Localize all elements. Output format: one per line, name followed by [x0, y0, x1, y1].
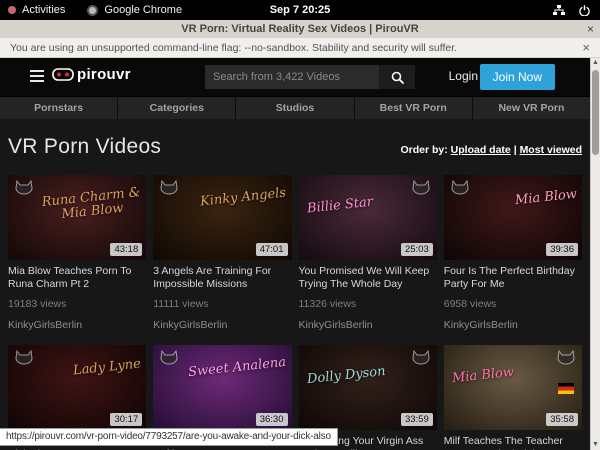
- nav-item-studios[interactable]: Studios: [235, 97, 353, 119]
- thumbnail-overlay-title: Mia Blow: [514, 188, 577, 208]
- video-card[interactable]: Kinky Angels 47:01 3 Angels Are Training…: [153, 175, 291, 331]
- studio-cat-logo-icon: [411, 180, 431, 195]
- site-logo-text: pirouvr: [77, 66, 131, 83]
- video-thumbnail[interactable]: Billie Star 25:03: [299, 175, 437, 260]
- video-grid: Runa Charm & Mia Blow 43:18 Mia Blow Tea…: [8, 175, 582, 450]
- video-card[interactable]: Mia Blow 39:36 Four Is The Perfect Birth…: [444, 175, 582, 331]
- studio-cat-logo-icon: [450, 180, 470, 195]
- video-duration-badge: 30:17: [110, 413, 142, 426]
- power-icon[interactable]: [579, 5, 590, 16]
- video-duration-badge: 36:30: [256, 413, 288, 426]
- video-thumbnail[interactable]: Dolly Dyson 33:59: [299, 345, 437, 430]
- browser-tab-bar[interactable]: VR Porn: Virtual Reality Sex Videos | Pi…: [0, 20, 600, 39]
- video-duration-badge: 35:58: [546, 413, 578, 426]
- vr-goggles-icon: [52, 68, 74, 81]
- menu-hamburger-icon[interactable]: [30, 70, 44, 82]
- video-views: 19183 views: [8, 298, 146, 310]
- studio-cat-logo-icon: [411, 350, 431, 365]
- scroll-up-icon[interactable]: ▲: [591, 58, 600, 68]
- network-icon[interactable]: [553, 5, 565, 16]
- studio-cat-logo-icon: [14, 350, 34, 365]
- chrome-app-icon: [87, 5, 98, 16]
- tab-title: VR Porn: Virtual Reality Sex Videos | Pi…: [181, 23, 418, 35]
- focused-app-menu[interactable]: Google Chrome: [104, 4, 182, 16]
- nav-item-categories[interactable]: Categories: [117, 97, 235, 119]
- video-views: 11111 views: [153, 298, 291, 310]
- vertical-scrollbar[interactable]: ▲ ▼: [590, 58, 600, 450]
- order-by-label: Order by:: [400, 144, 447, 156]
- thumbnail-overlay-title: Runa Charm & Mia Blow: [41, 186, 143, 224]
- search-input[interactable]: [205, 65, 379, 89]
- video-card[interactable]: Mia Blow 35:58 Milf Teaches The Teacher …: [444, 345, 582, 450]
- video-duration-badge: 43:18: [110, 243, 142, 256]
- activities-button[interactable]: Activities: [22, 4, 65, 16]
- order-by: Order by: Upload date | Most viewed: [400, 144, 582, 159]
- scroll-down-icon[interactable]: ▼: [591, 440, 600, 450]
- site-logo[interactable]: pirouvr: [52, 66, 131, 83]
- video-channel-link[interactable]: KinkyGirlsBerlin: [444, 319, 582, 331]
- infobar-close-icon[interactable]: ×: [582, 41, 590, 54]
- search-bar: [205, 65, 415, 89]
- search-button[interactable]: [379, 65, 415, 89]
- nav-item-new-vr-porn[interactable]: New VR Porn: [472, 97, 590, 119]
- video-title-link[interactable]: Four Is The Perfect Birthday Party For M…: [444, 265, 582, 291]
- order-upload-date-link[interactable]: Upload date: [451, 144, 511, 156]
- search-icon: [391, 71, 404, 84]
- video-channel-link[interactable]: KinkyGirlsBerlin: [8, 319, 146, 331]
- page-title: VR Porn Videos: [8, 135, 161, 159]
- video-thumbnail[interactable]: Mia Blow 35:58: [444, 345, 582, 430]
- thumbnail-overlay-title: Mia Blow: [451, 366, 514, 386]
- login-link[interactable]: Login: [449, 69, 478, 83]
- status-url-tooltip: https://pirouvr.com/vr-porn-video/779325…: [0, 428, 338, 446]
- video-duration-badge: 39:36: [546, 243, 578, 256]
- video-channel-link[interactable]: KinkyGirlsBerlin: [299, 319, 437, 331]
- system-top-bar: Activities Google Chrome Sep 7 20:25: [0, 0, 600, 20]
- join-now-button[interactable]: Join Now: [480, 64, 555, 90]
- video-title-link[interactable]: Milf Teaches The Teacher Some Practical …: [444, 435, 582, 450]
- site-header: pirouvr Login Join Now: [0, 58, 590, 96]
- notification-dot-icon: [8, 6, 16, 14]
- video-duration-badge: 47:01: [256, 243, 288, 256]
- main-content: VR Porn Videos Order by: Upload date | M…: [0, 135, 590, 450]
- infobar-message: You are using an unsupported command-lin…: [10, 42, 457, 54]
- thumbnail-overlay-title: Sweet Analena: [188, 356, 287, 380]
- video-card[interactable]: Runa Charm & Mia Blow 43:18 Mia Blow Tea…: [8, 175, 146, 331]
- video-views: 11326 views: [299, 298, 437, 310]
- nav-item-best-vr-porn[interactable]: Best VR Porn: [354, 97, 472, 119]
- scrollbar-thumb[interactable]: [592, 70, 599, 155]
- page-viewport: pirouvr Login Join Now PornstarsCategori…: [0, 58, 590, 450]
- tab-close-icon[interactable]: ×: [587, 23, 594, 35]
- video-duration-badge: 33:59: [401, 413, 433, 426]
- thumbnail-overlay-title: Dolly Dyson: [306, 365, 386, 387]
- thumbnail-overlay-title: Kinky Angels: [200, 187, 287, 210]
- video-thumbnail[interactable]: Kinky Angels 47:01: [153, 175, 291, 260]
- studio-cat-logo-icon: [14, 180, 34, 195]
- order-most-viewed-link[interactable]: Most viewed: [520, 144, 582, 156]
- video-thumbnail[interactable]: Lady Lyne 30:17: [8, 345, 146, 430]
- video-card[interactable]: Billie Star 25:03 You Promised We Will K…: [299, 175, 437, 331]
- nav-item-pornstars[interactable]: Pornstars: [0, 97, 117, 119]
- video-title-link[interactable]: 3 Angels Are Training For Impossible Mis…: [153, 265, 291, 291]
- thumbnail-overlay-title: Lady Lyne: [73, 358, 142, 379]
- video-title-link[interactable]: Mia Blow Teaches Porn To Runa Charm Pt 2: [8, 265, 146, 291]
- video-thumbnail[interactable]: Sweet Analena 36:30: [153, 345, 291, 430]
- thumbnail-overlay-title: Billie Star: [306, 196, 373, 216]
- order-separator: |: [514, 144, 517, 156]
- studio-cat-logo-icon: [159, 350, 179, 365]
- screen: Activities Google Chrome Sep 7 20:25 VR …: [0, 0, 600, 450]
- video-thumbnail[interactable]: Runa Charm & Mia Blow 43:18: [8, 175, 146, 260]
- video-duration-badge: 25:03: [401, 243, 433, 256]
- video-channel-link[interactable]: KinkyGirlsBerlin: [153, 319, 291, 331]
- chrome-infobar: You are using an unsupported command-lin…: [0, 38, 600, 58]
- german-flag-icon: [558, 383, 574, 394]
- video-thumbnail[interactable]: Mia Blow 39:36: [444, 175, 582, 260]
- video-title-link[interactable]: You Promised We Will Keep Trying The Who…: [299, 265, 437, 291]
- video-views: 6958 views: [444, 298, 582, 310]
- site-nav: PornstarsCategoriesStudiosBest VR PornNe…: [0, 96, 590, 119]
- studio-cat-logo-icon: [159, 180, 179, 195]
- studio-cat-logo-icon: [556, 350, 576, 365]
